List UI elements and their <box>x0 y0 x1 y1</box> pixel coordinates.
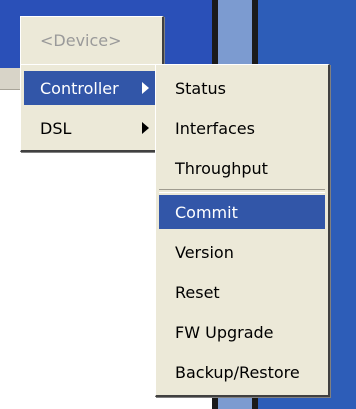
controller-submenu: Status Interfaces Throughput Commit Vers… <box>155 64 330 397</box>
submenu-item-version-label: Version <box>175 242 234 262</box>
submenu-item-interfaces-label: Interfaces <box>175 118 255 138</box>
menu-item-dsl-label: DSL <box>40 118 72 138</box>
menu-separator <box>159 189 325 193</box>
submenu-item-throughput-label: Throughput <box>175 158 268 178</box>
submenu-item-fw-upgrade-label: FW Upgrade <box>175 322 274 342</box>
device-menu-header: <Device> <box>20 16 164 66</box>
menu-item-controller-label: Controller <box>40 78 119 98</box>
device-menu-header-item: <Device> <box>24 23 159 57</box>
menu-item-dsl[interactable]: DSL <box>24 111 159 145</box>
submenu-item-throughput[interactable]: Throughput <box>159 151 325 185</box>
submenu-item-commit-label: Commit <box>175 202 238 222</box>
submenu-item-status[interactable]: Status <box>159 71 325 105</box>
device-menu-header-label: <Device> <box>40 30 122 50</box>
submenu-item-fw-upgrade[interactable]: FW Upgrade <box>159 315 325 349</box>
submenu-arrow-icon <box>142 82 149 94</box>
submenu-item-backup-restore-label: Backup/Restore <box>175 362 300 382</box>
submenu-item-commit[interactable]: Commit <box>159 195 325 229</box>
submenu-item-reset-label: Reset <box>175 282 220 302</box>
device-menu: Controller DSL <box>20 64 164 152</box>
submenu-item-reset[interactable]: Reset <box>159 275 325 309</box>
submenu-item-backup-restore[interactable]: Backup/Restore <box>159 355 325 389</box>
submenu-arrow-icon <box>142 122 149 134</box>
menu-item-controller[interactable]: Controller <box>24 71 159 105</box>
submenu-item-status-label: Status <box>175 78 226 98</box>
submenu-item-version[interactable]: Version <box>159 235 325 269</box>
submenu-item-interfaces[interactable]: Interfaces <box>159 111 325 145</box>
